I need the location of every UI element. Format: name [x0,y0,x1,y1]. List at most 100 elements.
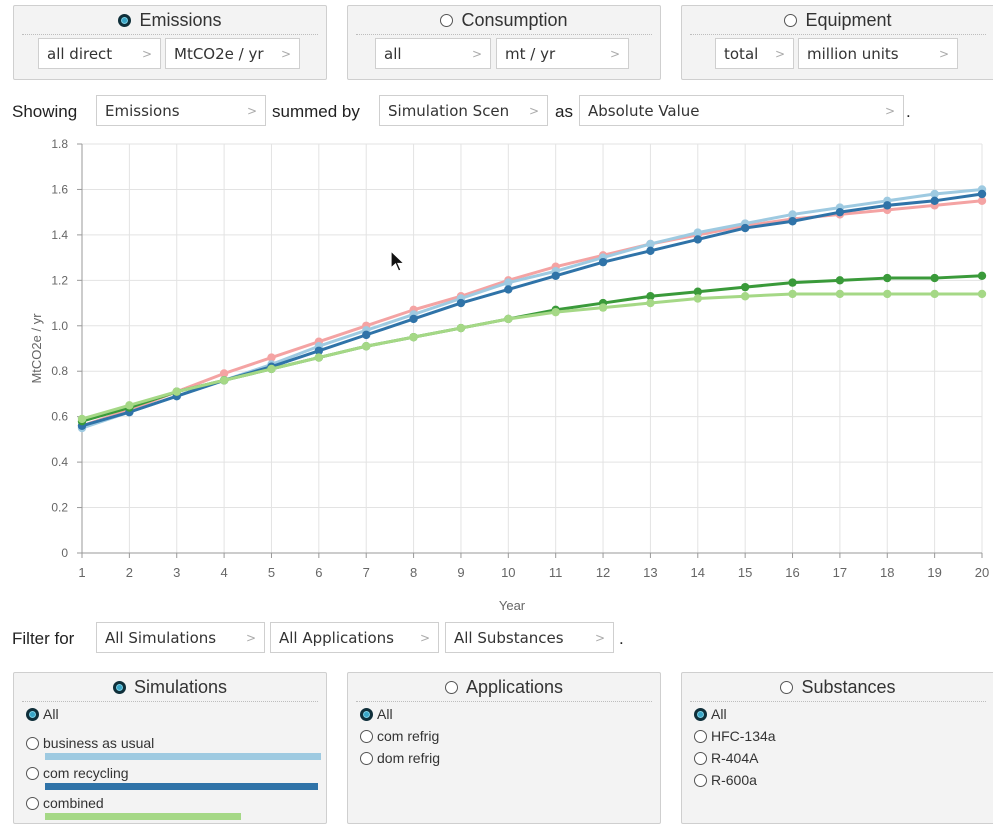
consumption-radio[interactable] [440,13,454,27]
applications-filter-select[interactable]: All Applications > [270,622,439,653]
series-point [977,189,987,199]
sub-item-r-404a[interactable]: R-404A [694,750,758,766]
simulations-radio[interactable] [112,680,126,694]
x-tick-label: 11 [549,565,563,580]
equipment-panel-header[interactable]: Equipment [690,6,986,35]
com-recycling-bar [45,783,319,790]
y-tick-label: 0.6 [51,410,68,424]
x-tick-label: 17 [833,565,847,580]
series-point [883,273,892,283]
series-point [646,298,655,308]
chevron-right-icon: > [774,46,785,61]
chevron-right-icon: > [884,103,895,118]
x-tick-label: 12 [596,565,610,580]
series-line [81,187,983,430]
series-point [930,273,939,283]
x-tick-label: 8 [410,565,417,580]
showing-label: Showing [12,102,78,121]
sim-item-business-as-usual[interactable]: business as usual [26,735,154,751]
app-com-refrig-radio[interactable] [360,729,373,743]
x-tick-label: 16 [785,565,799,580]
equipment-radio[interactable] [784,13,798,27]
app-dom-refrig-radio[interactable] [360,751,373,765]
sub-item-all[interactable]: All [694,706,727,722]
sub-all-radio[interactable] [694,707,707,721]
series-point [740,223,750,233]
series-point [172,387,181,396]
filter-period: . [619,629,624,648]
simulations-filter-select[interactable]: All Simulations > [96,622,265,653]
y-tick-label: 0 [61,546,68,560]
sub-item-r-600a[interactable]: R-600a [694,772,757,788]
sim-bau-radio[interactable] [26,736,39,750]
x-tick-label: 18 [880,565,894,580]
sub-r-404a-radio[interactable] [694,751,707,765]
series-point [977,271,987,280]
simulations-panel-header[interactable]: Simulations [22,673,318,702]
series-point [362,342,371,351]
app-item-dom-refrig[interactable]: dom refrig [360,750,440,766]
series-point [551,271,560,280]
series-line [81,292,982,421]
app-item-all[interactable]: All [360,706,393,722]
chevron-right-icon: > [609,46,620,61]
consumption-panel-header[interactable]: Consumption [356,6,652,35]
chevron-right-icon: > [141,46,152,61]
x-tick-label: 10 [501,565,515,580]
group-select[interactable]: Simulation Scen > [379,95,548,126]
applications-radio[interactable] [444,680,458,694]
app-all-radio[interactable] [360,707,373,721]
series-point [409,332,418,342]
sub-item-hfc-134a[interactable]: HFC-134a [694,728,776,744]
app-item-com-refrig[interactable]: com refrig [360,728,439,744]
sim-combined-radio[interactable] [26,796,39,810]
substances-radio[interactable] [780,680,794,694]
substances-filter-select[interactable]: All Substances > [445,622,614,653]
emissions-unit-select[interactable]: MtCO2e / yr > [165,38,300,69]
consumption-scope-select[interactable]: all > [375,38,491,69]
sim-item-combined[interactable]: combined [26,795,104,811]
consumption-unit-select[interactable]: mt / yr > [496,38,629,69]
series-point [693,235,702,244]
metric-select[interactable]: Emissions > [96,95,266,126]
mouse-cursor-icon [390,250,406,272]
applications-title: Applications [465,676,564,697]
applications-panel[interactable]: Applications [347,672,661,824]
as-label: as [555,102,573,121]
emissions-radio[interactable] [118,13,132,27]
business-as-usual-bar [45,753,321,760]
emissions-line-chart: 00.20.40.60.81.01.21.41.61.81 2 3 4 5 6 7 8 9 10 1… [29,137,989,613]
chevron-right-icon: > [938,46,949,61]
x-tick-label: 6 [315,565,322,580]
x-tick-label: 15 [738,565,752,580]
showing-period: . [906,102,911,121]
series-point [409,314,418,324]
series-point [788,278,797,287]
substances-panel[interactable]: Substances [681,672,993,824]
mode-select[interactable]: Absolute Value > [579,95,904,126]
series-point [77,414,87,424]
emissions-panel-header[interactable]: Emissions [22,6,318,35]
sim-item-all[interactable]: All [26,706,59,722]
sim-all-radio[interactable] [26,707,39,721]
series-point [125,401,134,410]
x-tick-label: 2 [126,565,133,580]
series-point [788,289,797,299]
sub-hfc-134a-radio[interactable] [694,729,707,743]
series-point [693,294,702,303]
series-point [219,376,229,385]
equipment-scope-select[interactable]: total > [715,38,794,69]
applications-panel-header[interactable]: Applications [356,673,652,702]
substances-panel-header[interactable]: Substances [690,673,986,702]
series-line [81,274,983,423]
series-point [314,353,324,362]
series-point [456,298,466,308]
sub-r-600a-radio[interactable] [694,773,707,787]
series-point [835,207,845,217]
x-tick-label: 5 [268,565,275,580]
sim-item-com-recycling[interactable]: com recycling [26,765,129,781]
equipment-unit-select[interactable]: million units > [798,38,958,69]
x-tick-label: 13 [643,565,657,580]
emissions-scope-select[interactable]: all direct > [38,38,161,69]
sim-com-recycling-radio[interactable] [26,766,39,780]
